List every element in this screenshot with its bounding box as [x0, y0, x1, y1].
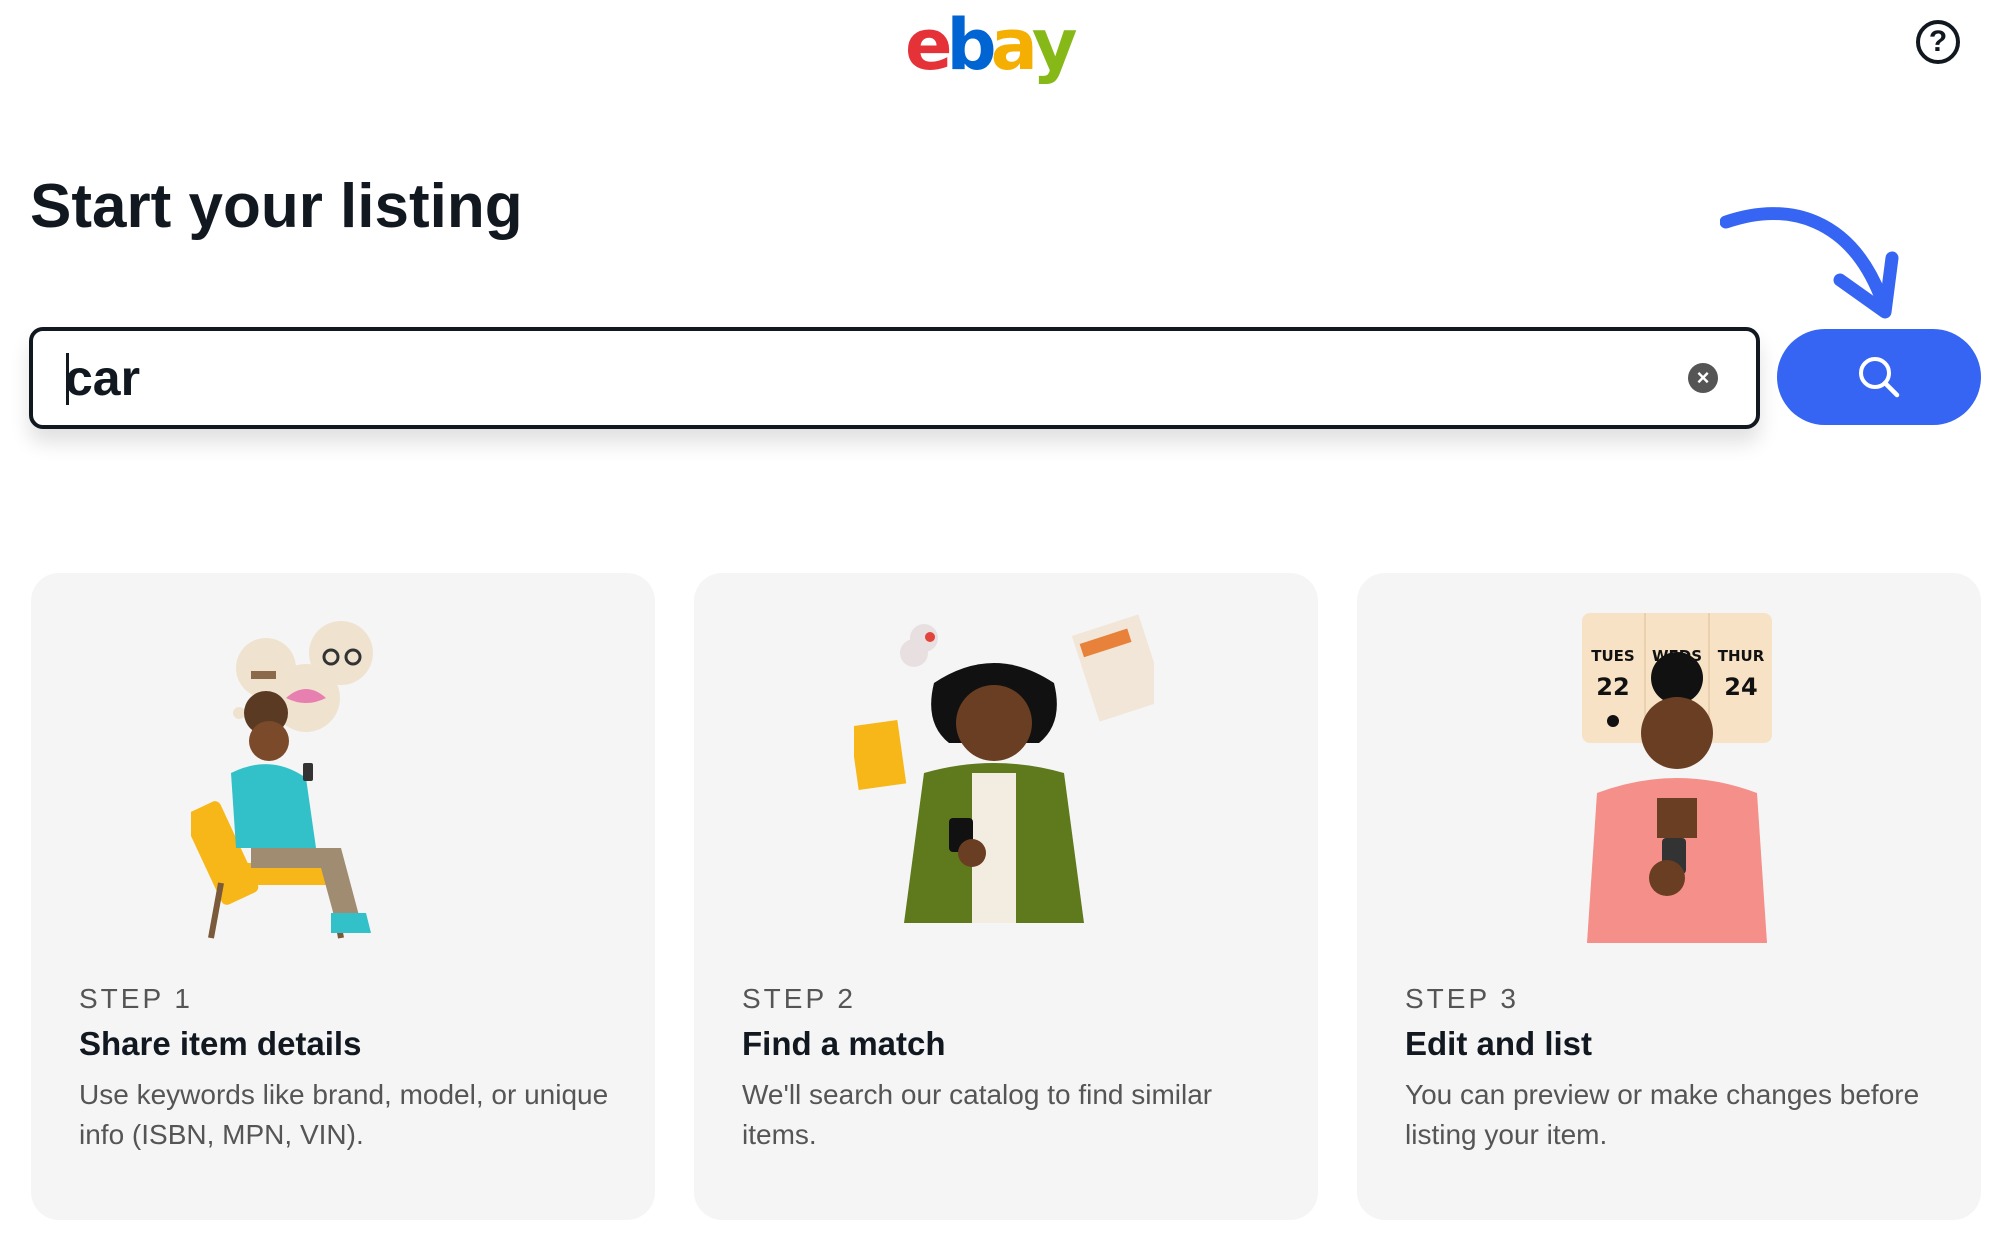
step-label: STEP 3 — [1405, 983, 1519, 1014]
search-icon — [1859, 357, 1900, 398]
calendar-day-tues: TUES — [1591, 647, 1634, 665]
curved-arrow-icon — [1720, 207, 1899, 319]
step-card-1: STEP 1 Share item details Use keywords l… — [31, 573, 655, 1220]
search-input[interactable] — [33, 332, 1688, 424]
question-circle-icon: ? — [1928, 25, 1948, 58]
logo-letter-y: y — [1031, 4, 1078, 86]
text-caret — [66, 353, 69, 405]
search-box: × — [29, 327, 1760, 429]
step-label: STEP 1 — [79, 983, 193, 1014]
page-title: Start your listing — [30, 172, 523, 241]
calendar-day-thur: THUR — [1718, 647, 1765, 665]
step-card-3: TUES 22 WEDS THUR 24 STEP 3 Edit and lis… — [1357, 573, 1981, 1220]
clear-button[interactable]: × — [1688, 363, 1718, 393]
person-with-phone-collectibles-illustration — [854, 614, 1154, 923]
logo-letter-b: b — [946, 4, 996, 86]
ebay-logo[interactable]: ebay — [905, 4, 1078, 86]
step-card-2: STEP 2 Find a match We'll search our cat… — [694, 573, 1318, 1220]
calendar-date-24: 24 — [1724, 673, 1757, 701]
step-title: Find a match — [742, 1025, 946, 1062]
calendar-date-22: 22 — [1596, 673, 1629, 701]
step-description: We'll search our catalog to find similar… — [742, 1079, 1213, 1150]
step-description: Use keywords like brand, model, or uniqu… — [79, 1079, 609, 1150]
step-description: You can preview or make changes before l… — [1405, 1079, 1920, 1150]
help-button[interactable]: ? — [1916, 20, 1960, 64]
step-title: Edit and list — [1405, 1025, 1593, 1062]
search-button[interactable] — [1777, 329, 1981, 425]
person-in-chair-thinking-illustration — [191, 621, 373, 939]
person-with-calendar-illustration: TUES 22 WEDS THUR 24 — [1582, 613, 1772, 943]
check-icon — [1607, 715, 1619, 727]
step-label: STEP 2 — [742, 983, 856, 1014]
clear-circle-icon: × — [1696, 365, 1710, 390]
step-title: Share item details — [79, 1025, 362, 1062]
logo-letter-a: a — [990, 4, 1038, 86]
logo-letter-e: e — [905, 4, 953, 86]
